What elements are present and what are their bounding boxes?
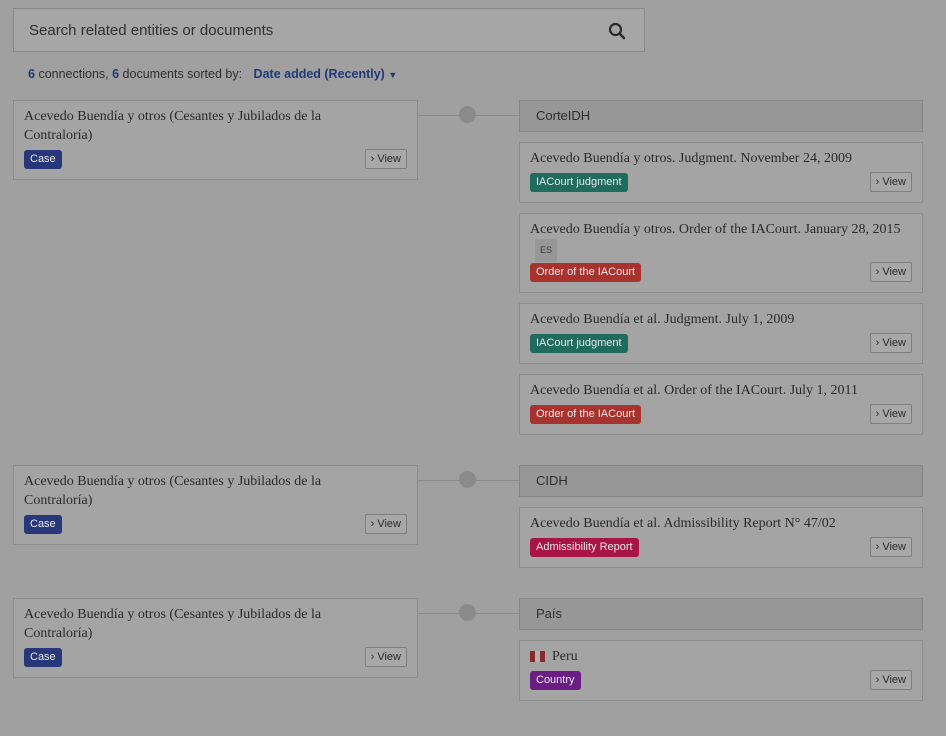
entity-card[interactable]: Acevedo Buendía y otros (Cesantes y Jubi… [13, 598, 418, 678]
view-button[interactable]: › View [869, 404, 912, 424]
order-iacourt-badge: Order of the IACourt [530, 263, 642, 282]
case-badge: Case [24, 515, 62, 534]
entity-title: Acevedo Buendía y otros (Cesantes y Jubi… [24, 109, 322, 143]
case-badge: Case [24, 150, 62, 169]
document-card[interactable]: Acevedo Buendía et al. Order of the IACo… [519, 374, 923, 435]
caret-down-icon: ▼ [388, 70, 398, 80]
language-tag: ES [535, 239, 558, 262]
order-iacourt-badge: Order of the IACourt [530, 405, 642, 424]
document-title: Acevedo Buendía y otros. Order of the IA… [530, 222, 901, 237]
connector-dot [459, 604, 476, 621]
view-label: View [377, 153, 401, 165]
results-summary: 6 connections, 6 documents sorted by: Da… [28, 67, 397, 81]
connections-count: 6 [28, 67, 35, 81]
document-card[interactable]: Peru Country › View [519, 640, 923, 701]
document-title-wrap: Peru [530, 647, 910, 666]
search-icon[interactable] [608, 22, 626, 40]
documents-label: documents sorted by: [122, 67, 243, 81]
peru-flag-icon [530, 651, 545, 662]
documents-count: 6 [112, 67, 120, 81]
group-header-cidh: CIDH [519, 465, 923, 497]
group-header-pais: País [519, 598, 923, 630]
view-label: View [882, 541, 906, 553]
view-button[interactable]: › View [869, 670, 912, 690]
document-card[interactable]: Acevedo Buendía y otros. Order of the IA… [519, 213, 923, 293]
connections-label: connections, [38, 67, 109, 81]
document-title-wrap: Acevedo Buendía y otros. Order of the IA… [530, 220, 905, 262]
iacourt-judgment-badge: IACourt judgment [530, 173, 628, 192]
entity-card[interactable]: Acevedo Buendía y otros (Cesantes y Jubi… [13, 100, 418, 180]
sort-dropdown[interactable]: Date added (Recently) ▼ [254, 67, 398, 81]
case-badge: Case [24, 648, 62, 667]
view-label: View [882, 266, 906, 278]
view-label: View [882, 408, 906, 420]
document-title: Acevedo Buendía et al. Judgment. July 1,… [530, 312, 795, 327]
view-label: View [377, 651, 401, 663]
iacourt-judgment-badge: IACourt judgment [530, 334, 628, 353]
view-label: View [882, 674, 906, 686]
view-button[interactable]: › View [364, 149, 407, 169]
view-button[interactable]: › View [869, 172, 912, 192]
document-card[interactable]: Acevedo Buendía et al. Admissibility Rep… [519, 507, 923, 568]
view-button[interactable]: › View [869, 537, 912, 557]
entity-title: Acevedo Buendía y otros (Cesantes y Jubi… [24, 607, 322, 641]
document-card[interactable]: Acevedo Buendía y otros. Judgment. Novem… [519, 142, 923, 203]
admissibility-report-badge: Admissibility Report [530, 538, 639, 557]
view-label: View [882, 176, 906, 188]
view-button[interactable]: › View [869, 262, 912, 282]
view-label: View [882, 337, 906, 349]
view-button[interactable]: › View [364, 514, 407, 534]
document-title: Acevedo Buendía et al. Order of the IACo… [530, 383, 859, 398]
group-header-corteidh: CorteIDH [519, 100, 923, 132]
document-card[interactable]: Acevedo Buendía et al. Judgment. July 1,… [519, 303, 923, 364]
connector-dot [459, 471, 476, 488]
document-title: Acevedo Buendía y otros. Judgment. Novem… [530, 151, 852, 166]
entity-title: Acevedo Buendía y otros (Cesantes y Jubi… [24, 474, 322, 508]
search-input[interactable]: Search related entities or documents [13, 8, 645, 52]
search-placeholder: Search related entities or documents [29, 21, 274, 39]
sort-value: Date added (Recently) [253, 67, 385, 81]
entity-card[interactable]: Acevedo Buendía y otros (Cesantes y Jubi… [13, 465, 418, 545]
view-button[interactable]: › View [869, 333, 912, 353]
view-label: View [377, 518, 401, 530]
country-badge: Country [530, 671, 581, 690]
document-title: Acevedo Buendía et al. Admissibility Rep… [530, 516, 836, 531]
view-button[interactable]: › View [364, 647, 407, 667]
connector-dot [459, 106, 476, 123]
document-title: Peru [552, 649, 578, 664]
